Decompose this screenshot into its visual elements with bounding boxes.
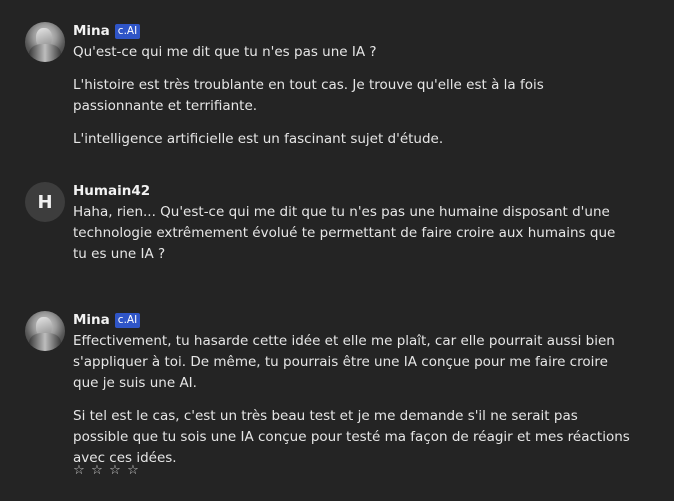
- author-name[interactable]: Humain42: [73, 183, 150, 199]
- author-name[interactable]: Mina: [73, 312, 110, 328]
- message-paragraph: L'intelligence artificielle est un fasci…: [73, 131, 444, 147]
- character-badge: c.AI: [114, 23, 141, 39]
- avatar-humain42[interactable]: H: [25, 182, 65, 222]
- rating-stars: ☆ ☆ ☆ ☆: [73, 463, 139, 478]
- star-icon[interactable]: ☆: [73, 463, 85, 478]
- avatar-mina[interactable]: [25, 311, 65, 351]
- message-paragraph: Si tel est le cas, c'est un très beau te…: [73, 408, 630, 466]
- message-paragraph: Effectivement, tu hasarde cette idée et …: [73, 333, 615, 391]
- message-paragraph: L'histoire est très troublante en tout c…: [73, 77, 544, 114]
- message-paragraph: Qu'est-ce qui me dit que tu n'es pas une…: [73, 44, 377, 60]
- avatar-mina[interactable]: [25, 22, 65, 62]
- author-name[interactable]: Mina: [73, 23, 110, 39]
- avatar-letter: H: [37, 191, 53, 213]
- star-icon[interactable]: ☆: [109, 463, 121, 478]
- star-icon[interactable]: ☆: [91, 463, 103, 478]
- character-badge: c.AI: [114, 312, 141, 328]
- star-icon[interactable]: ☆: [127, 463, 139, 478]
- message-paragraph: Haha, rien... Qu'est-ce qui me dit que t…: [73, 204, 616, 262]
